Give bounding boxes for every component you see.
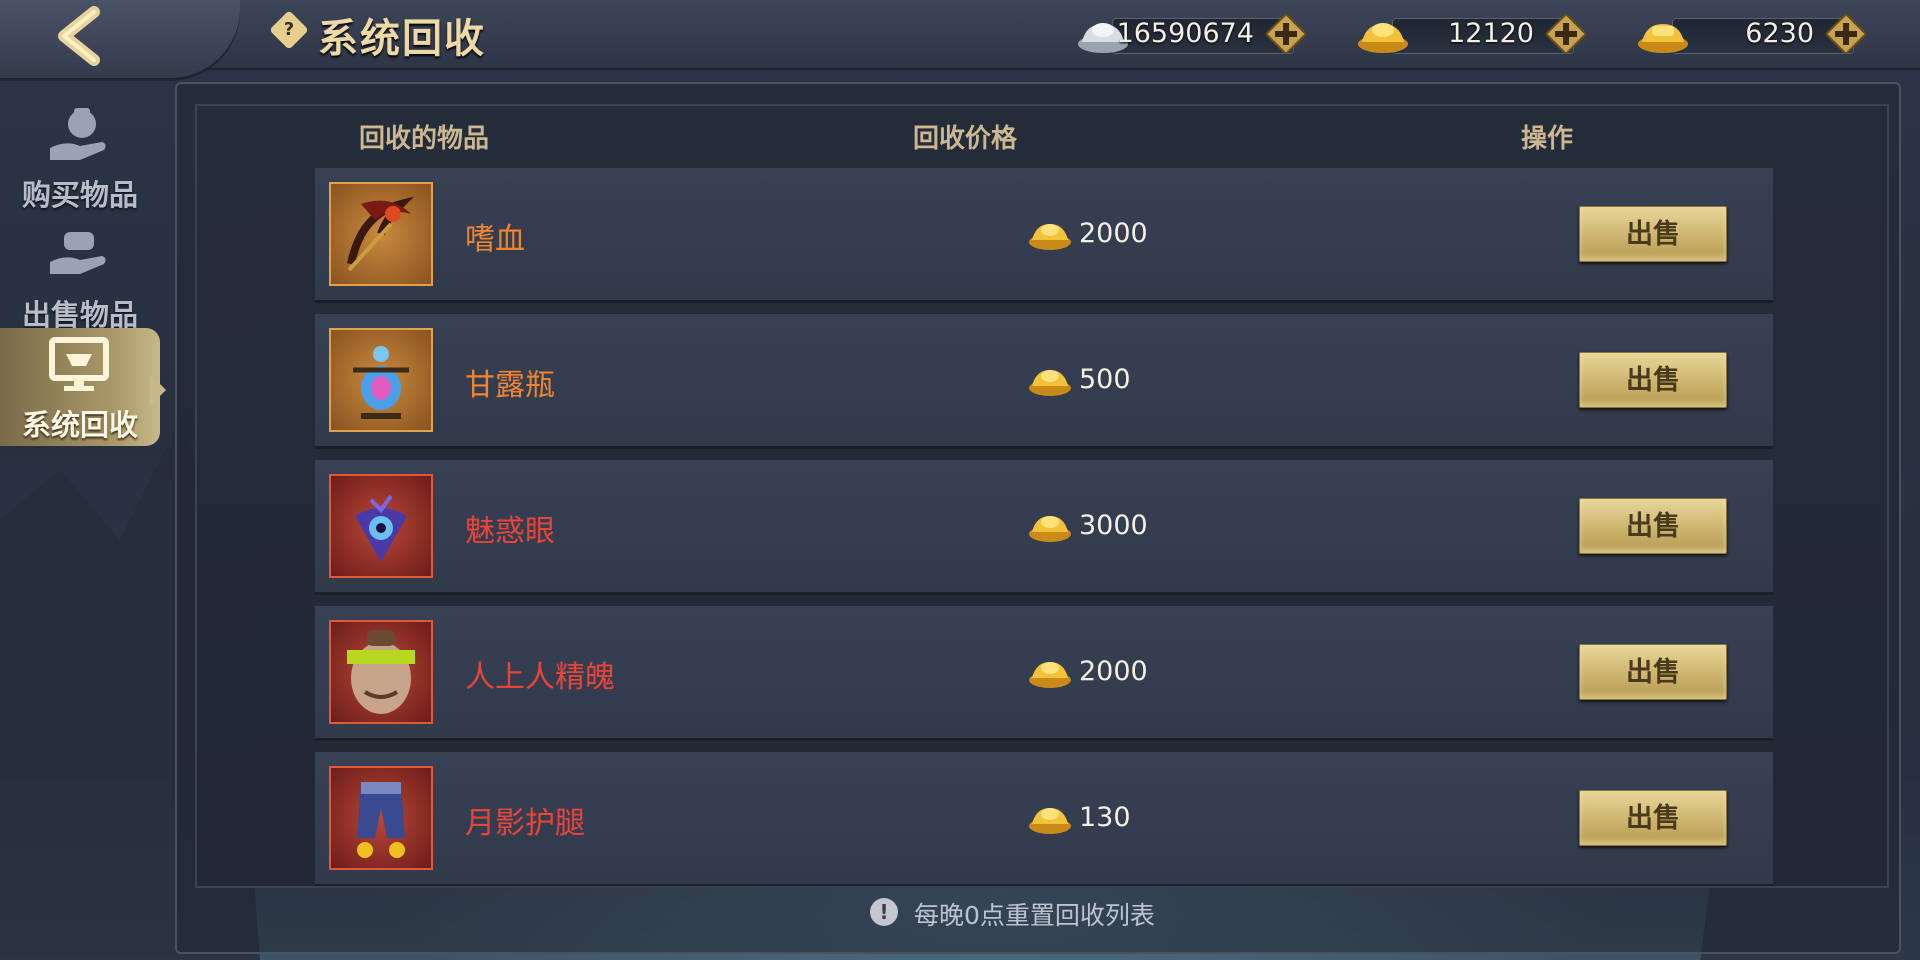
back-arrow-icon[interactable] [46, 6, 116, 66]
sidebar-item-buy[interactable]: 购买物品 [0, 98, 160, 216]
info-icon: ! [870, 898, 898, 926]
monitor-icon [49, 337, 109, 391]
table-row: 人上人精魄 2000 出售 [315, 606, 1773, 741]
column-header-action: 操作 [1521, 124, 1574, 154]
silver-amount: 16590674 [1116, 18, 1254, 49]
add-silver-button[interactable] [1266, 14, 1306, 54]
currency-bound-gold: 6230 [1636, 14, 1866, 56]
reset-notice-text: 每晚0点重置回收列表 [914, 901, 1155, 930]
page-title: 系统回收 [318, 16, 486, 62]
gold-ingot-icon [1029, 808, 1071, 834]
active-indicator-arrow [150, 374, 166, 406]
hand-give-icon [50, 232, 106, 274]
item-name: 甘露瓶 [465, 368, 555, 403]
table-row: 月影护腿 130 出售 [315, 752, 1773, 886]
bound-gold-amount: 6230 [1745, 18, 1814, 49]
bound-gold-ingot-icon [1638, 24, 1688, 53]
table-row: 嗜血 2000 出售 [315, 168, 1773, 303]
gold-ingot-icon [1358, 23, 1408, 53]
currency-gold: 12120 [1356, 14, 1586, 56]
gold-ingot-icon [1029, 516, 1071, 542]
item-icon-frame[interactable] [329, 474, 433, 578]
item-name: 人上人精魄 [465, 660, 615, 695]
sell-button[interactable]: 出售 [1579, 790, 1727, 846]
sell-button[interactable]: 出售 [1579, 352, 1727, 408]
back-tab [0, 0, 240, 78]
column-header-price: 回收价格 [913, 124, 1018, 154]
gold-amount: 12120 [1448, 18, 1534, 49]
nectar-bottle-icon [353, 346, 409, 419]
item-name: 魅惑眼 [465, 514, 555, 549]
recycle-list-panel: 回收的物品 回收价格 操作 嗜血 2000 出售 甘露瓶 500 出售 魅惑眼 … [195, 104, 1889, 888]
add-bound-gold-button[interactable] [1826, 14, 1866, 54]
item-icon-frame[interactable] [329, 766, 433, 870]
item-name: 嗜血 [465, 222, 525, 257]
gold-ingot-icon [1029, 370, 1071, 396]
spirit-portrait-icon [347, 630, 415, 714]
sidebar-item-sell[interactable]: 出售物品 [0, 218, 160, 336]
table-row: 甘露瓶 500 出售 [315, 314, 1773, 449]
add-gold-button[interactable] [1546, 14, 1586, 54]
table-row: 魅惑眼 3000 出售 [315, 460, 1773, 595]
gold-ingot-icon [1029, 662, 1071, 688]
money-bag-hand-icon [50, 108, 106, 160]
leg-armor-icon [357, 782, 405, 858]
sell-button[interactable]: 出售 [1579, 498, 1727, 554]
sidebar: 购买物品 出售物品 系统回收 [0, 78, 160, 960]
charm-eye-icon [355, 494, 407, 562]
currency-silver: 16590674 [1076, 14, 1306, 56]
item-icon-frame[interactable] [329, 620, 433, 724]
gold-ingot-icon [1029, 224, 1071, 250]
sell-button[interactable]: 出售 [1579, 644, 1727, 700]
column-header-item: 回收的物品 [359, 124, 490, 154]
sidebar-item-recycle[interactable]: 系统回收 [0, 328, 160, 446]
sell-button[interactable]: 出售 [1579, 206, 1727, 262]
item-icon-frame[interactable] [329, 328, 433, 432]
help-icon[interactable]: ? [269, 10, 309, 50]
scythe-weapon-icon [347, 196, 415, 272]
item-icon-frame[interactable] [329, 182, 433, 286]
item-name: 月影护腿 [465, 806, 585, 841]
